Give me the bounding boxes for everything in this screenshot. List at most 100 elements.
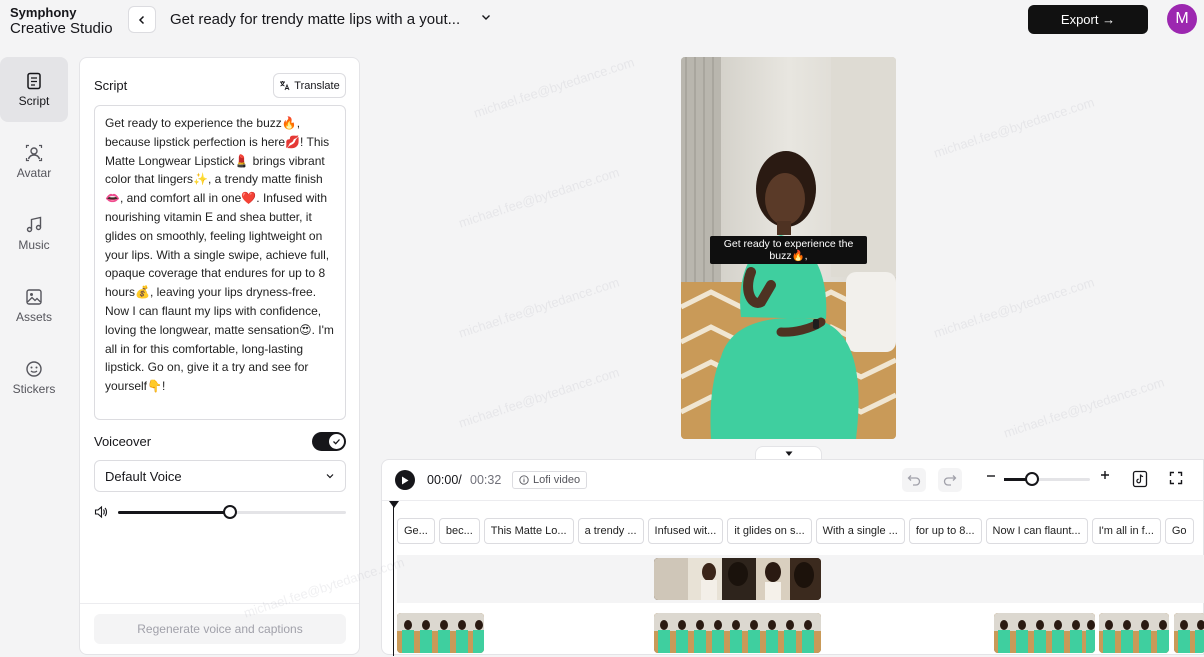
- music-badge[interactable]: Lofi video: [512, 471, 588, 489]
- user-avatar[interactable]: M: [1167, 4, 1197, 34]
- video-clip-2[interactable]: [654, 613, 821, 653]
- volume-slider[interactable]: [118, 505, 346, 519]
- nav-label-music: Music: [18, 237, 50, 252]
- caption-chip[interactable]: Go: [1164, 518, 1194, 544]
- nav-item-assets[interactable]: Assets: [0, 273, 68, 338]
- caption-chip[interactable]: I'm all in f...: [1091, 518, 1161, 544]
- collapse-preview-button[interactable]: [755, 446, 822, 460]
- video-clip-4[interactable]: [1099, 613, 1169, 653]
- translate-button[interactable]: Translate: [273, 73, 346, 98]
- playhead-handle[interactable]: [389, 501, 399, 508]
- nav-item-stickers[interactable]: Stickers: [0, 345, 68, 410]
- voiceover-toggle[interactable]: [312, 432, 346, 451]
- script-textarea[interactable]: Get ready to experience the buzz🔥, becau…: [94, 105, 346, 420]
- nav-item-avatar[interactable]: Avatar: [0, 129, 68, 194]
- current-time: 00:00/: [427, 473, 462, 487]
- zoom-slider[interactable]: [1004, 472, 1090, 486]
- zoom-out-button[interactable]: [985, 469, 997, 487]
- caption-chip[interactable]: for up to 8...: [908, 518, 982, 544]
- chevron-down-icon: [326, 474, 334, 479]
- check-icon: [333, 439, 340, 445]
- side-nav: Script Avatar Music Assets Stickers: [0, 57, 70, 417]
- timeline-divider: [382, 500, 1204, 501]
- script-icon: [27, 72, 41, 89]
- nav-item-music[interactable]: Music: [0, 201, 68, 266]
- music-icon: [26, 216, 42, 232]
- chevron-down-icon[interactable]: [480, 11, 492, 26]
- assets-icon: [26, 288, 42, 305]
- volume-slider-handle[interactable]: [222, 505, 237, 519]
- timeline: 00:00/ 00:32 Lofi video Ge... bec... This …: [381, 459, 1204, 656]
- caption-chip[interactable]: Ge...: [397, 518, 435, 544]
- broll-thumbnail: [654, 558, 821, 600]
- stickers-icon: [26, 360, 42, 377]
- avatar-icon: [25, 144, 43, 161]
- caret-down-icon: [785, 451, 792, 456]
- current-time-value: 00:00: [427, 473, 459, 487]
- fullscreen-icon: [1169, 471, 1183, 485]
- tiktok-icon: [1132, 470, 1148, 488]
- brand-logo[interactable]: Symphony Creative Studio: [10, 5, 113, 37]
- project-title[interactable]: Get ready for trendy matte lips with a y…: [170, 11, 460, 28]
- tiktok-preview-button[interactable]: [1132, 470, 1148, 491]
- nav-label-script: Script: [18, 93, 50, 108]
- chevron-left-icon: [138, 15, 145, 24]
- translate-icon: [280, 81, 290, 91]
- caption-chip[interactable]: a trendy ...: [577, 518, 644, 544]
- export-button[interactable]: Export →: [1028, 5, 1148, 34]
- play-button[interactable]: [395, 470, 415, 490]
- toggle-knob: [329, 434, 344, 449]
- plus-icon: [1101, 471, 1109, 479]
- voice-select[interactable]: Default Voice: [94, 460, 346, 492]
- top-bar: Symphony Creative Studio Get ready for t…: [0, 0, 1204, 46]
- caption-chip[interactable]: it glides on s...: [727, 518, 812, 544]
- script-panel: Script Translate Get ready to experience…: [79, 57, 360, 655]
- video-clip-thumbnail: [1174, 613, 1204, 653]
- caption-chip[interactable]: This Matte Lo...: [483, 518, 574, 544]
- redo-button[interactable]: [938, 468, 962, 492]
- caption-chip[interactable]: With a single ...: [815, 518, 905, 544]
- export-label: Export →: [1060, 12, 1116, 27]
- caption-chip[interactable]: Now I can flaunt...: [985, 518, 1088, 544]
- video-clip-3[interactable]: [994, 613, 1095, 653]
- minus-icon: [987, 475, 995, 477]
- music-badge-label: Lofi video: [533, 474, 581, 486]
- caption-chip[interactable]: Infused wit...: [647, 518, 724, 544]
- caption-chip[interactable]: bec...: [438, 518, 480, 544]
- zoom-in-button[interactable]: [1099, 468, 1111, 486]
- brand-name: Symphony: [10, 5, 77, 20]
- volume-slider-fill: [118, 511, 230, 514]
- nav-item-script[interactable]: Script: [0, 57, 68, 122]
- nav-label-assets: Assets: [15, 309, 52, 324]
- script-heading: Script: [94, 78, 128, 93]
- undo-icon: [907, 475, 921, 486]
- brand-subtitle: Creative Studio: [10, 20, 113, 37]
- video-clip-thumbnail: [397, 613, 484, 653]
- caption-track: Ge... bec... This Matte Lo... a trendy ... I…: [397, 518, 1204, 544]
- play-icon: [402, 476, 409, 484]
- video-caption: Get ready to experience the buzz🔥,: [710, 236, 867, 264]
- video-clip-thumbnail: [1099, 613, 1169, 653]
- video-clip-5[interactable]: [1174, 613, 1204, 653]
- playhead[interactable]: [393, 501, 394, 656]
- voice-select-value: Default Voice: [105, 468, 182, 484]
- volume-icon[interactable]: [94, 505, 108, 519]
- video-clip-1[interactable]: [397, 613, 484, 653]
- total-time: 00:32: [470, 473, 502, 487]
- translate-label: Translate: [294, 79, 340, 92]
- time-separator: /: [458, 473, 462, 487]
- divider: [80, 603, 359, 604]
- zoom-slider-handle[interactable]: [1025, 472, 1040, 486]
- nav-label-stickers: Stickers: [12, 381, 56, 396]
- fullscreen-button[interactable]: [1169, 471, 1183, 488]
- voiceover-label: Voiceover: [94, 434, 152, 449]
- back-button[interactable]: [128, 6, 156, 33]
- video-clip-thumbnail: [654, 613, 821, 653]
- undo-button[interactable]: [902, 468, 926, 492]
- video-clip-thumbnail: [994, 613, 1095, 653]
- broll-clip[interactable]: [654, 558, 821, 600]
- nav-label-avatar: Avatar: [16, 165, 52, 180]
- info-icon: [519, 475, 529, 485]
- regenerate-button[interactable]: Regenerate voice and captions: [94, 614, 346, 644]
- redo-icon: [943, 475, 957, 486]
